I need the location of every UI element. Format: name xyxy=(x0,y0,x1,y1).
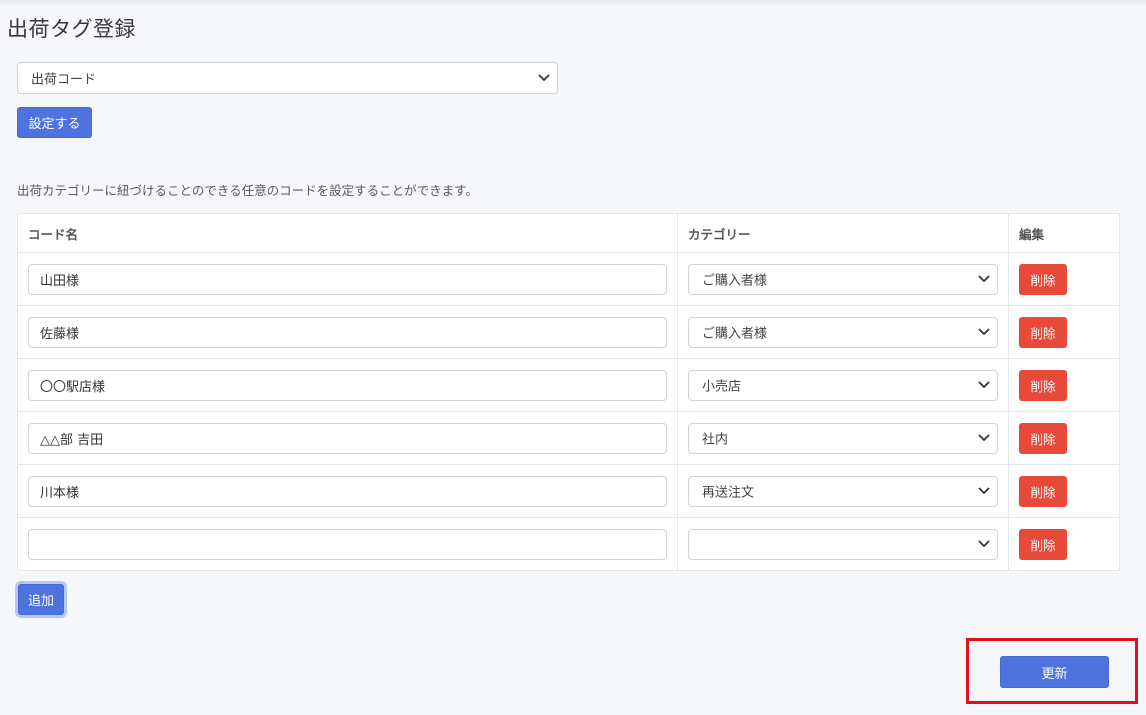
chevron-down-icon xyxy=(978,487,990,494)
table-header-row: コード名 カテゴリー 編集 xyxy=(17,213,1120,253)
set-button[interactable]: 設定する xyxy=(17,107,92,138)
edit-cell: 削除 xyxy=(1008,252,1120,306)
chevron-down-icon xyxy=(978,540,990,547)
code-name-input[interactable]: 川本様 xyxy=(28,475,667,507)
code-name-cell xyxy=(17,517,678,571)
edit-cell: 削除 xyxy=(1008,464,1120,518)
chevron-down-icon xyxy=(538,74,550,81)
edit-cell: 削除 xyxy=(1008,517,1120,571)
code-name-cell: 山田様 xyxy=(17,252,678,306)
chevron-down-icon xyxy=(978,328,990,335)
category-cell: 小売店 xyxy=(677,358,1009,412)
delete-button[interactable]: 削除 xyxy=(1019,263,1067,295)
edit-cell: 削除 xyxy=(1008,305,1120,359)
category-cell: ご購入者様 xyxy=(677,252,1009,306)
code-name-cell: 佐藤様 xyxy=(17,305,678,359)
category-select-value: 社内 xyxy=(702,432,729,448)
code-name-cell: 川本様 xyxy=(17,464,678,518)
table-row: 山田様 ご購入者様 削除 xyxy=(17,252,1120,306)
code-name-input[interactable]: △△部 吉田 xyxy=(28,422,667,454)
delete-button[interactable]: 削除 xyxy=(1019,528,1067,560)
chevron-down-icon xyxy=(978,381,990,388)
category-select[interactable]: 社内 xyxy=(688,422,998,454)
table-row: △△部 吉田 社内 削除 xyxy=(17,411,1120,465)
highlight-box xyxy=(966,638,1138,704)
delete-button[interactable]: 削除 xyxy=(1019,475,1067,507)
category-cell: 再送注文 xyxy=(677,464,1009,518)
header-category: カテゴリー xyxy=(677,213,1009,253)
category-cell xyxy=(677,517,1009,571)
delete-button[interactable]: 削除 xyxy=(1019,316,1067,348)
code-name-cell: △△部 吉田 xyxy=(17,411,678,465)
category-select[interactable]: ご購入者様 xyxy=(688,263,998,295)
category-select-value: 小売店 xyxy=(702,379,742,395)
tag-type-select[interactable]: 出荷コード xyxy=(17,62,558,94)
header-edit: 編集 xyxy=(1008,213,1120,253)
top-shadow xyxy=(0,0,1146,6)
header-code-name: コード名 xyxy=(17,213,678,253)
edit-cell: 削除 xyxy=(1008,411,1120,465)
table-row: 佐藤様 ご購入者様 削除 xyxy=(17,305,1120,359)
add-button[interactable]: 追加 xyxy=(18,584,64,615)
category-cell: 社内 xyxy=(677,411,1009,465)
category-select-value: ご購入者様 xyxy=(702,273,768,289)
table-row: 川本様 再送注文 削除 xyxy=(17,464,1120,518)
category-select[interactable]: ご購入者様 xyxy=(688,316,998,348)
page-title: 出荷タグ登録 xyxy=(7,17,136,41)
delete-button[interactable]: 削除 xyxy=(1019,422,1067,454)
edit-cell: 削除 xyxy=(1008,358,1120,412)
code-name-input[interactable]: 〇〇駅店様 xyxy=(28,369,667,401)
category-cell: ご購入者様 xyxy=(677,305,1009,359)
chevron-down-icon xyxy=(978,434,990,441)
category-select-value: 再送注文 xyxy=(702,485,755,501)
description-text: 出荷カテゴリーに紐づけることのできる任意のコードを設定することができます。 xyxy=(17,183,478,198)
code-name-input[interactable]: 山田様 xyxy=(28,263,667,295)
table-row: 〇〇駅店様 小売店 削除 xyxy=(17,358,1120,412)
category-select[interactable]: 再送注文 xyxy=(688,475,998,507)
chevron-down-icon xyxy=(978,275,990,282)
code-table: コード名 カテゴリー 編集 山田様 ご購入者様 削除 佐藤様 ご購入者様 削除 〇〇駅店様小… xyxy=(17,213,1120,571)
code-name-input[interactable]: 佐藤様 xyxy=(28,316,667,348)
code-name-input[interactable] xyxy=(28,528,667,560)
category-select[interactable]: 小売店 xyxy=(688,369,998,401)
code-name-cell: 〇〇駅店様 xyxy=(17,358,678,412)
category-select-value: ご購入者様 xyxy=(702,326,768,342)
delete-button[interactable]: 削除 xyxy=(1019,369,1067,401)
category-select[interactable] xyxy=(688,528,998,560)
tag-type-select-value: 出荷コード xyxy=(31,72,97,88)
table-row: 削除 xyxy=(17,517,1120,571)
